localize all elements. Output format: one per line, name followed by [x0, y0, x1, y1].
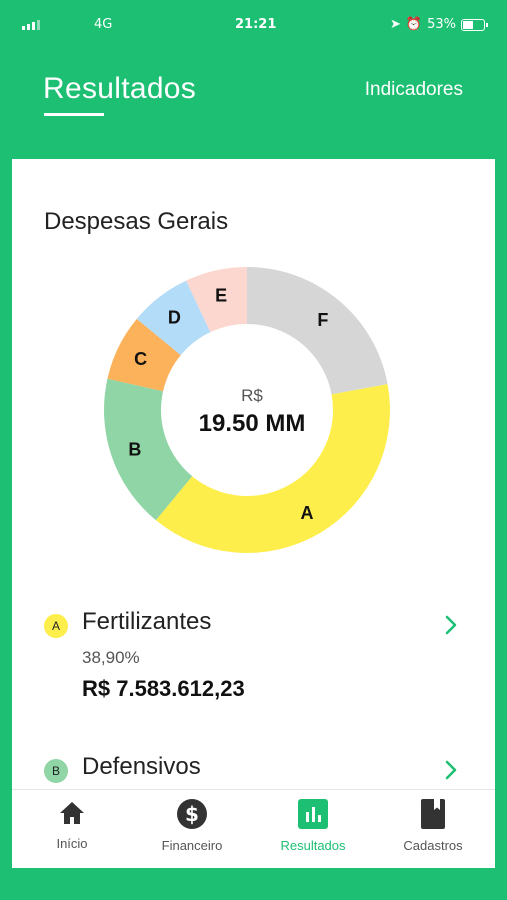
item-name: Defensivos	[82, 753, 201, 780]
item-letter-badge: A	[44, 614, 68, 638]
chevron-right-icon[interactable]	[444, 614, 458, 636]
svg-text:$: $	[185, 802, 199, 826]
bottom-navigation: Início $ Financeiro Resultados Cadastros	[12, 789, 495, 868]
item-letter-badge: B	[44, 759, 68, 783]
expense-item-fertilizantes[interactable]: A Fertilizantes 38,90% R$ 7.583.612,23	[12, 602, 495, 722]
nav-item-financeiro[interactable]: $ Financeiro	[132, 798, 252, 853]
donut-slice-f[interactable]	[247, 267, 388, 395]
status-bar: 4G 21:21 ➤ ⏰ 53%	[12, 17, 495, 37]
chevron-right-icon[interactable]	[444, 759, 458, 781]
battery-percent: 53%	[427, 17, 456, 32]
tab-indicadores[interactable]: Indicadores	[365, 79, 463, 101]
active-tab-indicator	[44, 113, 104, 116]
donut-label-d: D	[168, 307, 181, 327]
item-name: Fertilizantes	[82, 608, 212, 635]
book-icon	[421, 799, 445, 829]
nav-item-resultados[interactable]: Resultados	[253, 798, 373, 853]
alarm-icon: ⏰	[405, 17, 423, 32]
nav-label: Início	[56, 836, 88, 851]
tab-resultados[interactable]: Resultados	[43, 72, 196, 106]
nav-label: Financeiro	[161, 838, 223, 853]
donut-label-e: E	[215, 285, 227, 305]
item-value: R$ 7.583.612,23	[82, 676, 245, 701]
nav-label: Cadastros	[403, 838, 463, 853]
clock: 21:21	[235, 17, 277, 32]
location-icon: ➤	[390, 17, 401, 32]
chart-center-total: 19.50 MM	[198, 410, 306, 437]
battery-icon	[461, 18, 488, 31]
chart-center-currency: R$	[241, 386, 263, 405]
donut-label-f: F	[317, 310, 328, 330]
donut-label-c: C	[134, 349, 147, 369]
donut-label-b: B	[128, 439, 141, 459]
donut-label-a: A	[301, 503, 314, 523]
dollar-icon: $	[177, 799, 207, 829]
section-title: Despesas Gerais	[44, 208, 229, 235]
header: 4G 21:21 ➤ ⏰ 53% Resultados Indicadores	[12, 12, 495, 159]
signal-icon	[22, 20, 40, 30]
nav-item-cadastros[interactable]: Cadastros	[373, 798, 493, 853]
home-icon	[60, 802, 84, 824]
app-screen: 4G 21:21 ➤ ⏰ 53% Resultados Indicadores …	[12, 12, 495, 868]
network-label: 4G	[94, 17, 113, 32]
bar-chart-icon	[298, 799, 328, 829]
nav-label: Resultados	[280, 838, 346, 853]
item-percent: 38,90%	[82, 648, 140, 667]
nav-item-inicio[interactable]: Início	[12, 798, 132, 851]
